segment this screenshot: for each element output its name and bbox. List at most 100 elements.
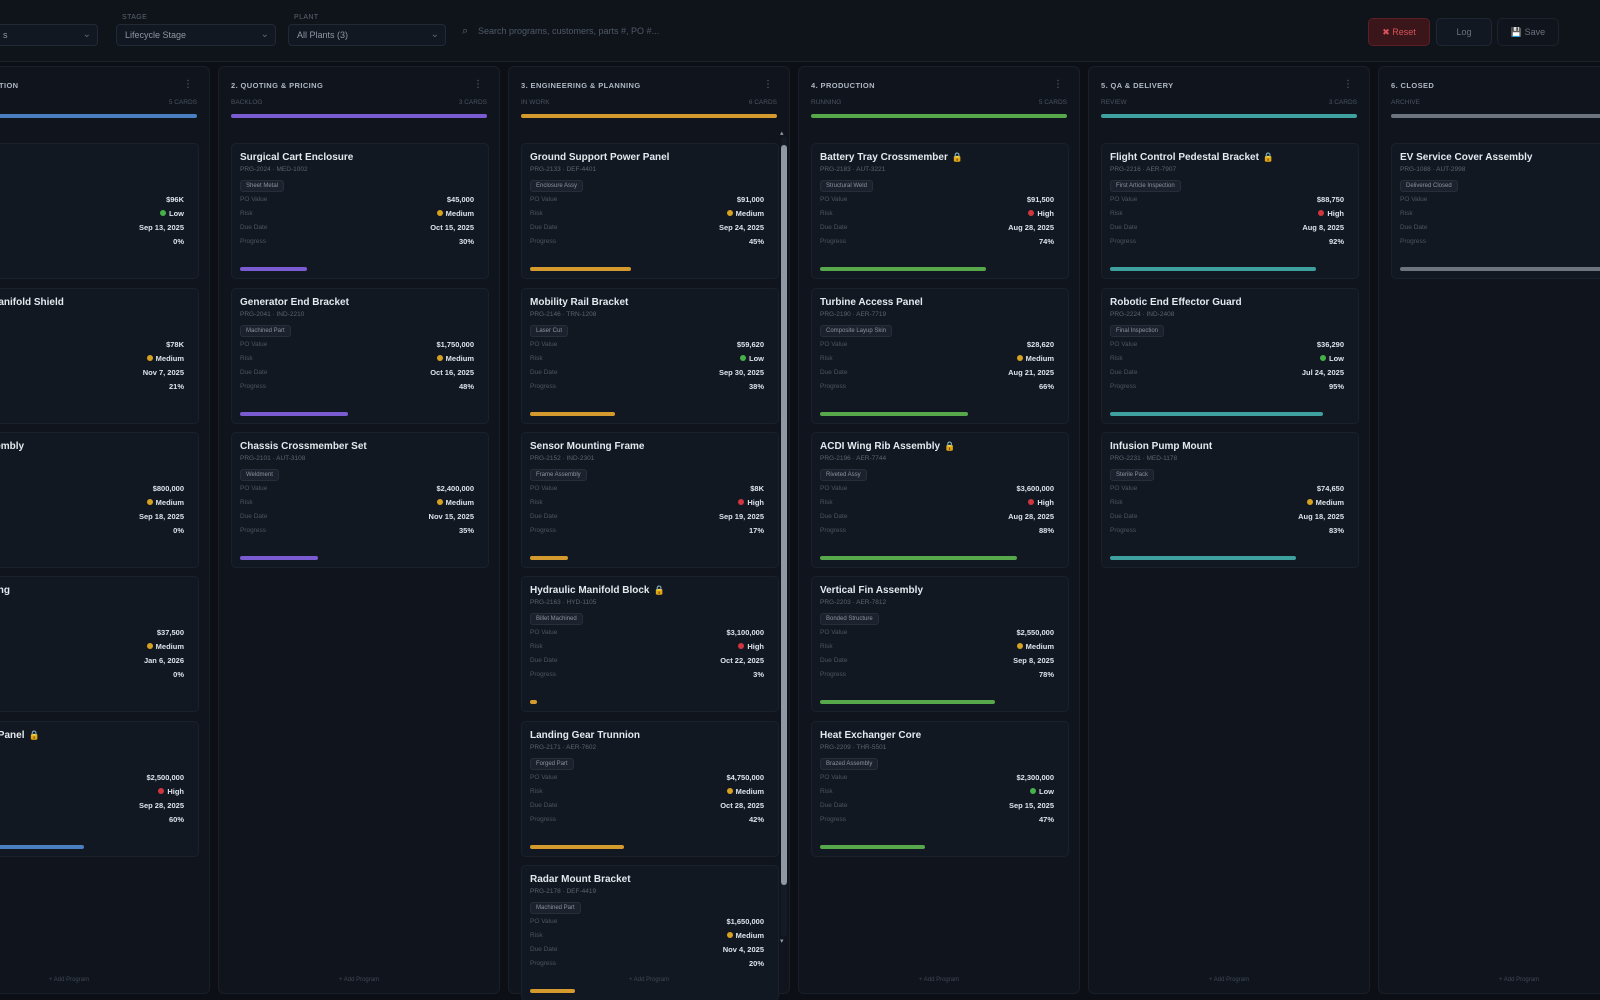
search-input[interactable]: ⌕ Search programs, customers, parts #, P… (458, 24, 1338, 44)
program-card[interactable]: ckets SetPRG-2025ToolingPO Value$96KRisk… (0, 143, 199, 279)
program-card[interactable]: Battery Tray Crossmember 🔒 PRG-2183 · AUT-… (811, 143, 1069, 279)
progress-bar (1110, 556, 1334, 560)
field-label-progress: Progress (820, 238, 847, 245)
card-title: EV Service Cover Assembly (1400, 152, 1532, 163)
reset-button[interactable]: ✖ Reset (1368, 18, 1430, 46)
risk-text: Medium (735, 787, 764, 796)
add-program-link[interactable]: + Add Program (219, 977, 499, 983)
field-value-value: $59,620 (736, 340, 764, 349)
field-value-risk: Medium (146, 498, 184, 507)
card-process-tag: Machined Part (530, 902, 581, 914)
scroll-down-icon[interactable]: ▾ (780, 937, 784, 945)
field-value-value: $28,620 (1026, 340, 1054, 349)
program-card[interactable]: Turbine Access Panel PRG-2190 · AER-7719 C… (811, 288, 1069, 424)
card-title-text: Ground Support Power Panel (530, 152, 670, 163)
save-button[interactable]: 💾 Save (1497, 18, 1559, 46)
card-title-text: Infusion Pump Mount (1110, 441, 1213, 452)
filter-dropdown-program[interactable]: s ⌄ (0, 14, 98, 48)
risk-text: Medium (445, 354, 474, 363)
field-value-risk: Low (1320, 354, 1344, 363)
add-program-link[interactable]: + Add Program (509, 977, 789, 983)
field-value-progress: 30% (458, 237, 474, 246)
program-card[interactable]: Mobility Rail Bracket PRG-2146 · TRN-1208… (521, 288, 779, 424)
column-card-count: 5 CARDS (168, 99, 197, 106)
add-program-link[interactable]: + Add Program (1379, 977, 1600, 983)
progress-bar (1110, 412, 1334, 416)
column-menu-icon[interactable]: ⋮ (1053, 79, 1063, 90)
field-label-risk: Risk (820, 355, 833, 362)
kanban-column-qa: 5. QA & DELIVERY ⋮ REVIEW 3 CARDS Flight Con… (1088, 66, 1370, 994)
card-process-tag: Composite Layup Skin (820, 325, 893, 337)
field-value-value: $2,500,000 (146, 773, 184, 782)
program-card[interactable]: Cooling Manifold ShieldPRG-1108FixturePO… (0, 288, 199, 424)
progress-bar-fill (0, 845, 85, 849)
program-card[interactable]: Flight Control Pedestal Bracket 🔒 PRG-2216… (1101, 143, 1359, 279)
field-label-risk: Risk (1110, 499, 1123, 506)
chevron-down-icon: ⌄ (82, 29, 91, 40)
program-card[interactable]: Heat Exchanger Core PRG-2209 · THR-5501 Br… (811, 721, 1069, 857)
field-value-progress: 78% (1038, 670, 1054, 679)
field-label-value: PO Value (240, 485, 268, 492)
program-card[interactable]: Infusion Pump Mount PRG-2231 · MED-1178 St… (1101, 432, 1359, 568)
program-card[interactable]: Surgical Cart Enclosure PRG-2024 · MED-10… (231, 143, 489, 279)
column-header: 3. ENGINEERING & PLANNING ⋮ IN WORK 6 CARDS (521, 79, 777, 131)
progress-bar-fill (820, 267, 986, 271)
field-label-due: Due Date (820, 224, 848, 231)
program-card[interactable]: Chassis Crossmember Set PRG-2101 · AUT-31… (231, 432, 489, 568)
field-label-value: PO Value (820, 196, 848, 203)
card-title-text: Hydraulic Manifold Block (530, 585, 650, 596)
filter-value[interactable]: All Plants (3) ⌄ (288, 24, 446, 46)
card-title: Flight Control Pedestal Bracket 🔒 (1110, 152, 1274, 163)
program-card[interactable]: Ground Support Power Panel PRG-2133 · DEF… (521, 143, 779, 279)
program-card[interactable]: e Rib AssemblyPRG-1101PO Value$800,000Ri… (0, 432, 199, 568)
card-part-id: PRG-2209 · THR-5501 (820, 744, 887, 751)
column-scrollbar[interactable]: ▴ ▾ (780, 130, 787, 945)
log-button[interactable]: Log (1436, 18, 1492, 46)
program-card[interactable]: EV Service Cover Assembly PRG-1088 · AUT-… (1391, 143, 1600, 279)
card-title: ulic Housing (0, 585, 10, 596)
filter-value-text: s (3, 30, 8, 40)
add-program-link[interactable]: + Add Program (799, 977, 1079, 983)
risk-text: Medium (735, 209, 764, 218)
card-title-text: Robotic End Effector Guard (1110, 297, 1242, 308)
field-label-value: PO Value (1110, 196, 1138, 203)
program-card[interactable]: ACDI Wing Rib Assembly 🔒 PRG-2196 · AER-77… (811, 432, 1069, 568)
field-label-progress: Progress (530, 238, 557, 245)
field-label-risk: Risk (530, 355, 543, 362)
column-menu-icon[interactable]: ⋮ (473, 79, 483, 90)
program-card[interactable]: Sensor Mounting Frame PRG-2152 · IND-2301… (521, 432, 779, 568)
column-menu-icon[interactable]: ⋮ (1343, 79, 1353, 90)
filter-value[interactable]: Lifecycle Stage ⌄ (116, 24, 276, 46)
field-label-due: Due Date (530, 946, 558, 953)
field-value-progress: 92% (1328, 237, 1344, 246)
progress-bar-fill (1110, 556, 1296, 560)
program-card[interactable]: Generator End Bracket PRG-2041 · IND-2210… (231, 288, 489, 424)
scroll-up-icon[interactable]: ▴ (780, 129, 784, 137)
program-card[interactable]: Bulkhead Panel🔒PRG-2221PO Value$2,500,00… (0, 721, 199, 857)
add-program-link[interactable]: + Add Program (0, 977, 209, 983)
column-menu-icon[interactable]: ⋮ (763, 79, 773, 90)
program-card[interactable]: ulic HousingPRG-2230CastPO Value$37,500R… (0, 576, 199, 712)
add-program-link[interactable]: + Add Program (1089, 977, 1369, 983)
column-card-count: 6 CARDS (748, 99, 777, 106)
field-value-progress: 38% (748, 382, 764, 391)
card-title: Cooling Manifold Shield (0, 297, 64, 308)
risk-text: Medium (155, 354, 184, 363)
field-label-progress: Progress (1110, 527, 1137, 534)
scrollbar-thumb[interactable] (781, 145, 787, 885)
progress-bar (530, 267, 754, 271)
field-value-risk: Low (160, 209, 184, 218)
program-card[interactable]: Robotic End Effector Guard PRG-2224 · IND… (1101, 288, 1359, 424)
filter-dropdown-stage[interactable]: Stage Lifecycle Stage ⌄ (116, 14, 276, 48)
filter-value[interactable]: s ⌄ (0, 24, 98, 46)
program-card[interactable]: Vertical Fin Assembly PRG-2203 · AER-7812… (811, 576, 1069, 712)
program-card[interactable]: Landing Gear Trunnion PRG-2171 · AER-7602… (521, 721, 779, 857)
card-title-text: Mobility Rail Bracket (530, 297, 629, 308)
card-title: Vertical Fin Assembly (820, 585, 923, 596)
field-label-value: PO Value (530, 774, 558, 781)
field-value-value: $1,750,000 (436, 340, 474, 349)
column-menu-icon[interactable]: ⋮ (183, 79, 193, 90)
filter-dropdown-plant[interactable]: Plant All Plants (3) ⌄ (288, 14, 446, 48)
program-card[interactable]: Hydraulic Manifold Block 🔒 PRG-2163 · HYD-… (521, 576, 779, 712)
chevron-down-icon: ⌄ (430, 29, 439, 40)
